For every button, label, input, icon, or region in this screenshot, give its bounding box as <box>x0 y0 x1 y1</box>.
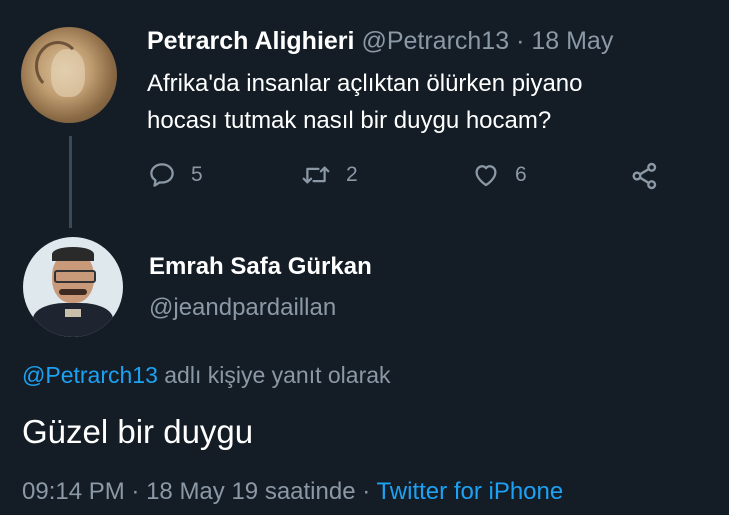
avatar-glasses <box>54 270 96 283</box>
tweet-footer: 09:14 PM · 18 May 19 saatinde · Twitter … <box>22 478 563 506</box>
reply-author-name[interactable]: Emrah Safa Gürkan <box>149 253 372 281</box>
reply-to-label: adlı kişiye yanıt olarak <box>157 362 391 388</box>
like-count: 6 <box>515 163 527 186</box>
separator: · <box>516 27 525 55</box>
retweet-count: 2 <box>346 163 358 186</box>
reply-count: 5 <box>191 163 203 186</box>
avatar-hair <box>35 41 81 91</box>
retweet-icon <box>302 166 330 184</box>
tweet-text-line2: hocası tutmak nasıl bir duygu hocam? <box>147 107 552 134</box>
original-tweet[interactable]: Petrarch Alighieri @Petrarch13 · 18 May … <box>0 0 729 210</box>
tweet-text: Afrika'da insanlar açlıktan ölürken piya… <box>147 65 707 139</box>
tweet-text-line1: Afrika'da insanlar açlıktan ölürken piya… <box>147 70 583 97</box>
separator: · <box>131 478 140 505</box>
thread-connector <box>69 136 72 228</box>
heart-icon <box>475 165 497 187</box>
tweet-date[interactable]: 18 May 19 saatinde <box>146 478 355 505</box>
avatar-bowtie <box>65 309 81 317</box>
reply-to-mention[interactable]: @Petrarch13 <box>22 362 158 388</box>
tweet-source-link[interactable]: Twitter for iPhone <box>376 478 563 505</box>
retweet-button[interactable]: 2 <box>300 160 358 190</box>
reply-tweet-text: Güzel bir duygu <box>22 413 254 450</box>
tweet-time[interactable]: 09:14 PM <box>22 478 125 505</box>
avatar[interactable] <box>23 237 123 337</box>
reply-button[interactable]: 5 <box>147 160 203 190</box>
replying-to: @Petrarch13 adlı kişiye yanıt olarak <box>22 362 391 389</box>
tweet-date[interactable]: 18 May <box>531 27 613 55</box>
like-button[interactable]: 6 <box>471 160 527 190</box>
separator: · <box>362 478 371 505</box>
author-handle[interactable]: @Petrarch13 <box>361 27 509 55</box>
tweet-header: Petrarch Alighieri @Petrarch13 · 18 May <box>147 27 613 56</box>
avatar-hair <box>52 247 94 261</box>
avatar-moustache <box>59 289 87 295</box>
author-name[interactable]: Petrarch Alighieri <box>147 27 354 55</box>
share-button[interactable] <box>629 160 675 192</box>
reply-icon <box>150 163 174 187</box>
avatar[interactable] <box>21 27 117 123</box>
share-icon <box>632 162 657 190</box>
reply-author-handle[interactable]: @jeandpardaillan <box>149 294 336 322</box>
tweet-actions: 5 2 6 <box>0 160 729 194</box>
